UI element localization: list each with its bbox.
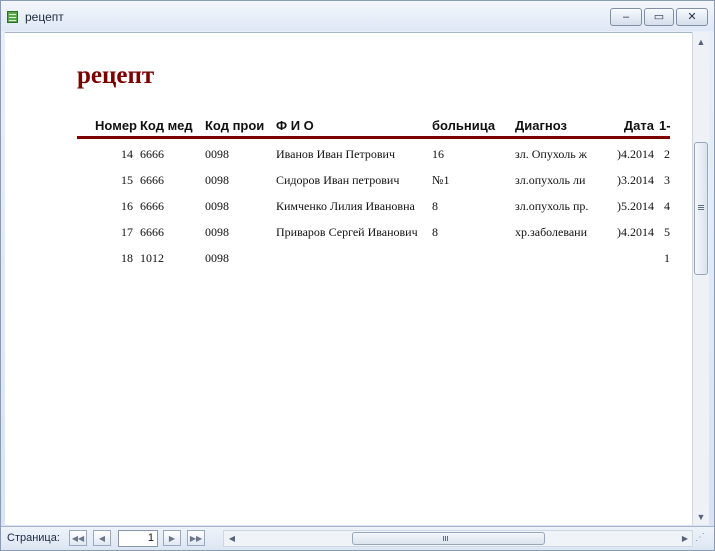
page-label: Страница: <box>7 532 60 544</box>
cell-kod-proi: 0098 <box>205 173 229 187</box>
column-header-diagnosis: Диагноз <box>515 118 567 133</box>
vertical-scrollbar[interactable]: ▲ ▼ <box>692 32 709 525</box>
next-page-button[interactable]: ▶ <box>163 530 181 546</box>
table-row: 15 6666 0098 Сидоров Иван петрович №1 зл… <box>77 166 670 192</box>
column-header-fio: Ф И О <box>276 118 314 133</box>
close-button[interactable]: ✕ <box>676 8 708 26</box>
cell-kod-med: 6666 <box>140 199 164 213</box>
page-number-input[interactable]: 1 <box>118 530 158 547</box>
column-header-num: Номер <box>95 118 137 133</box>
cell-date: )5.2014 <box>617 199 654 213</box>
report-icon <box>7 11 18 23</box>
cell-kod-proi: 0098 <box>205 251 229 265</box>
column-header-kol: 1- во <box>659 118 673 133</box>
cell-num: 18 <box>121 251 133 265</box>
cell-diagnosis: зл. Опухоль ж <box>515 147 587 161</box>
cell-kod-med: 6666 <box>140 147 164 161</box>
cell-kod-med: 1012 <box>140 251 164 265</box>
resize-grip-icon[interactable]: ⋰ <box>695 532 709 546</box>
horizontal-scrollbar[interactable]: ◀ ▶ <box>223 530 693 547</box>
scroll-right-icon[interactable]: ▶ <box>678 531 692 546</box>
maximize-button[interactable]: ▭ <box>644 8 674 26</box>
window-title: рецепт <box>25 10 64 24</box>
column-header-row: Номер Код мед Код прои Ф И О больница Ди… <box>77 118 673 138</box>
cell-fio: Кимченко Лилия Ивановна <box>276 199 415 213</box>
report-window: рецепт – ▭ ✕ рецепт Номер Код мед Код пр… <box>0 0 715 551</box>
cell-kol: 3 <box>664 173 670 187</box>
record-navigation-bar: Страница: ◀◀ ◀ 1 ▶ ▶▶ ◀ ▶ ⋰ <box>1 526 714 550</box>
horizontal-scroll-thumb[interactable] <box>352 532 545 545</box>
cell-num: 16 <box>121 199 133 213</box>
cell-date: )4.2014 <box>617 147 654 161</box>
scroll-up-icon[interactable]: ▲ <box>693 34 709 50</box>
minimize-button[interactable]: – <box>610 8 642 26</box>
cell-date: )3.2014 <box>617 173 654 187</box>
table-row: 14 6666 0098 Иванов Иван Петрович 16 зл.… <box>77 140 670 166</box>
prev-page-button[interactable]: ◀ <box>93 530 111 546</box>
next-page-icon: ▶ <box>168 533 176 543</box>
table-row: 18 1012 0098 1 <box>77 244 670 270</box>
scroll-down-icon[interactable]: ▼ <box>693 509 709 525</box>
cell-num: 14 <box>121 147 133 161</box>
cell-kod-med: 6666 <box>140 225 164 239</box>
table-row: 16 6666 0098 Кимченко Лилия Ивановна 8 з… <box>77 192 670 218</box>
first-page-icon: ◀◀ <box>71 533 85 543</box>
cell-kod-proi: 0098 <box>205 199 229 213</box>
cell-fio: Иванов Иван Петрович <box>276 147 396 161</box>
cell-kol: 1 <box>664 251 670 265</box>
prev-page-icon: ◀ <box>98 533 106 543</box>
cell-fio: Приваров Сергей Иванович <box>276 225 418 239</box>
cell-hospital: 16 <box>432 147 444 161</box>
header-divider <box>77 136 670 139</box>
column-header-kod-med: Код мед <box>140 118 193 133</box>
column-header-hospital: больница <box>432 118 496 133</box>
last-page-icon: ▶▶ <box>189 533 203 543</box>
table-row: 17 6666 0098 Приваров Сергей Иванович 8 … <box>77 218 670 244</box>
cell-date: )4.2014 <box>617 225 654 239</box>
last-page-button[interactable]: ▶▶ <box>187 530 205 546</box>
column-header-date: Дата <box>623 118 654 133</box>
cell-hospital: №1 <box>432 173 450 187</box>
cell-num: 15 <box>121 173 133 187</box>
cell-diagnosis: зл.опухоль пр. <box>515 199 589 213</box>
report-title: рецепт <box>77 62 155 89</box>
cell-kol: 2 <box>664 147 670 161</box>
minimize-icon: – <box>622 10 630 23</box>
cell-num: 17 <box>121 225 133 239</box>
cell-kod-med: 6666 <box>140 173 164 187</box>
maximize-icon: ▭ <box>653 10 665 23</box>
cell-kol: 4 <box>664 199 670 213</box>
cell-kod-proi: 0098 <box>205 225 229 239</box>
report-canvas: рецепт Номер Код мед Код прои Ф И О боль… <box>5 32 692 525</box>
column-header-kod-proi: Код прои <box>205 118 265 133</box>
cell-hospital: 8 <box>432 225 438 239</box>
cell-diagnosis: зл.опухоль ли <box>515 173 586 187</box>
cell-hospital: 8 <box>432 199 438 213</box>
close-icon: ✕ <box>687 10 697 23</box>
cell-kol: 5 <box>664 225 670 239</box>
first-page-button[interactable]: ◀◀ <box>69 530 87 546</box>
title-bar[interactable]: рецепт – ▭ ✕ <box>1 1 714 31</box>
cell-fio: Сидоров Иван петрович <box>276 173 400 187</box>
cell-kod-proi: 0098 <box>205 147 229 161</box>
cell-diagnosis: хр.заболевани <box>515 225 588 239</box>
vertical-scroll-thumb[interactable] <box>694 142 708 275</box>
scroll-left-icon[interactable]: ◀ <box>225 531 239 546</box>
